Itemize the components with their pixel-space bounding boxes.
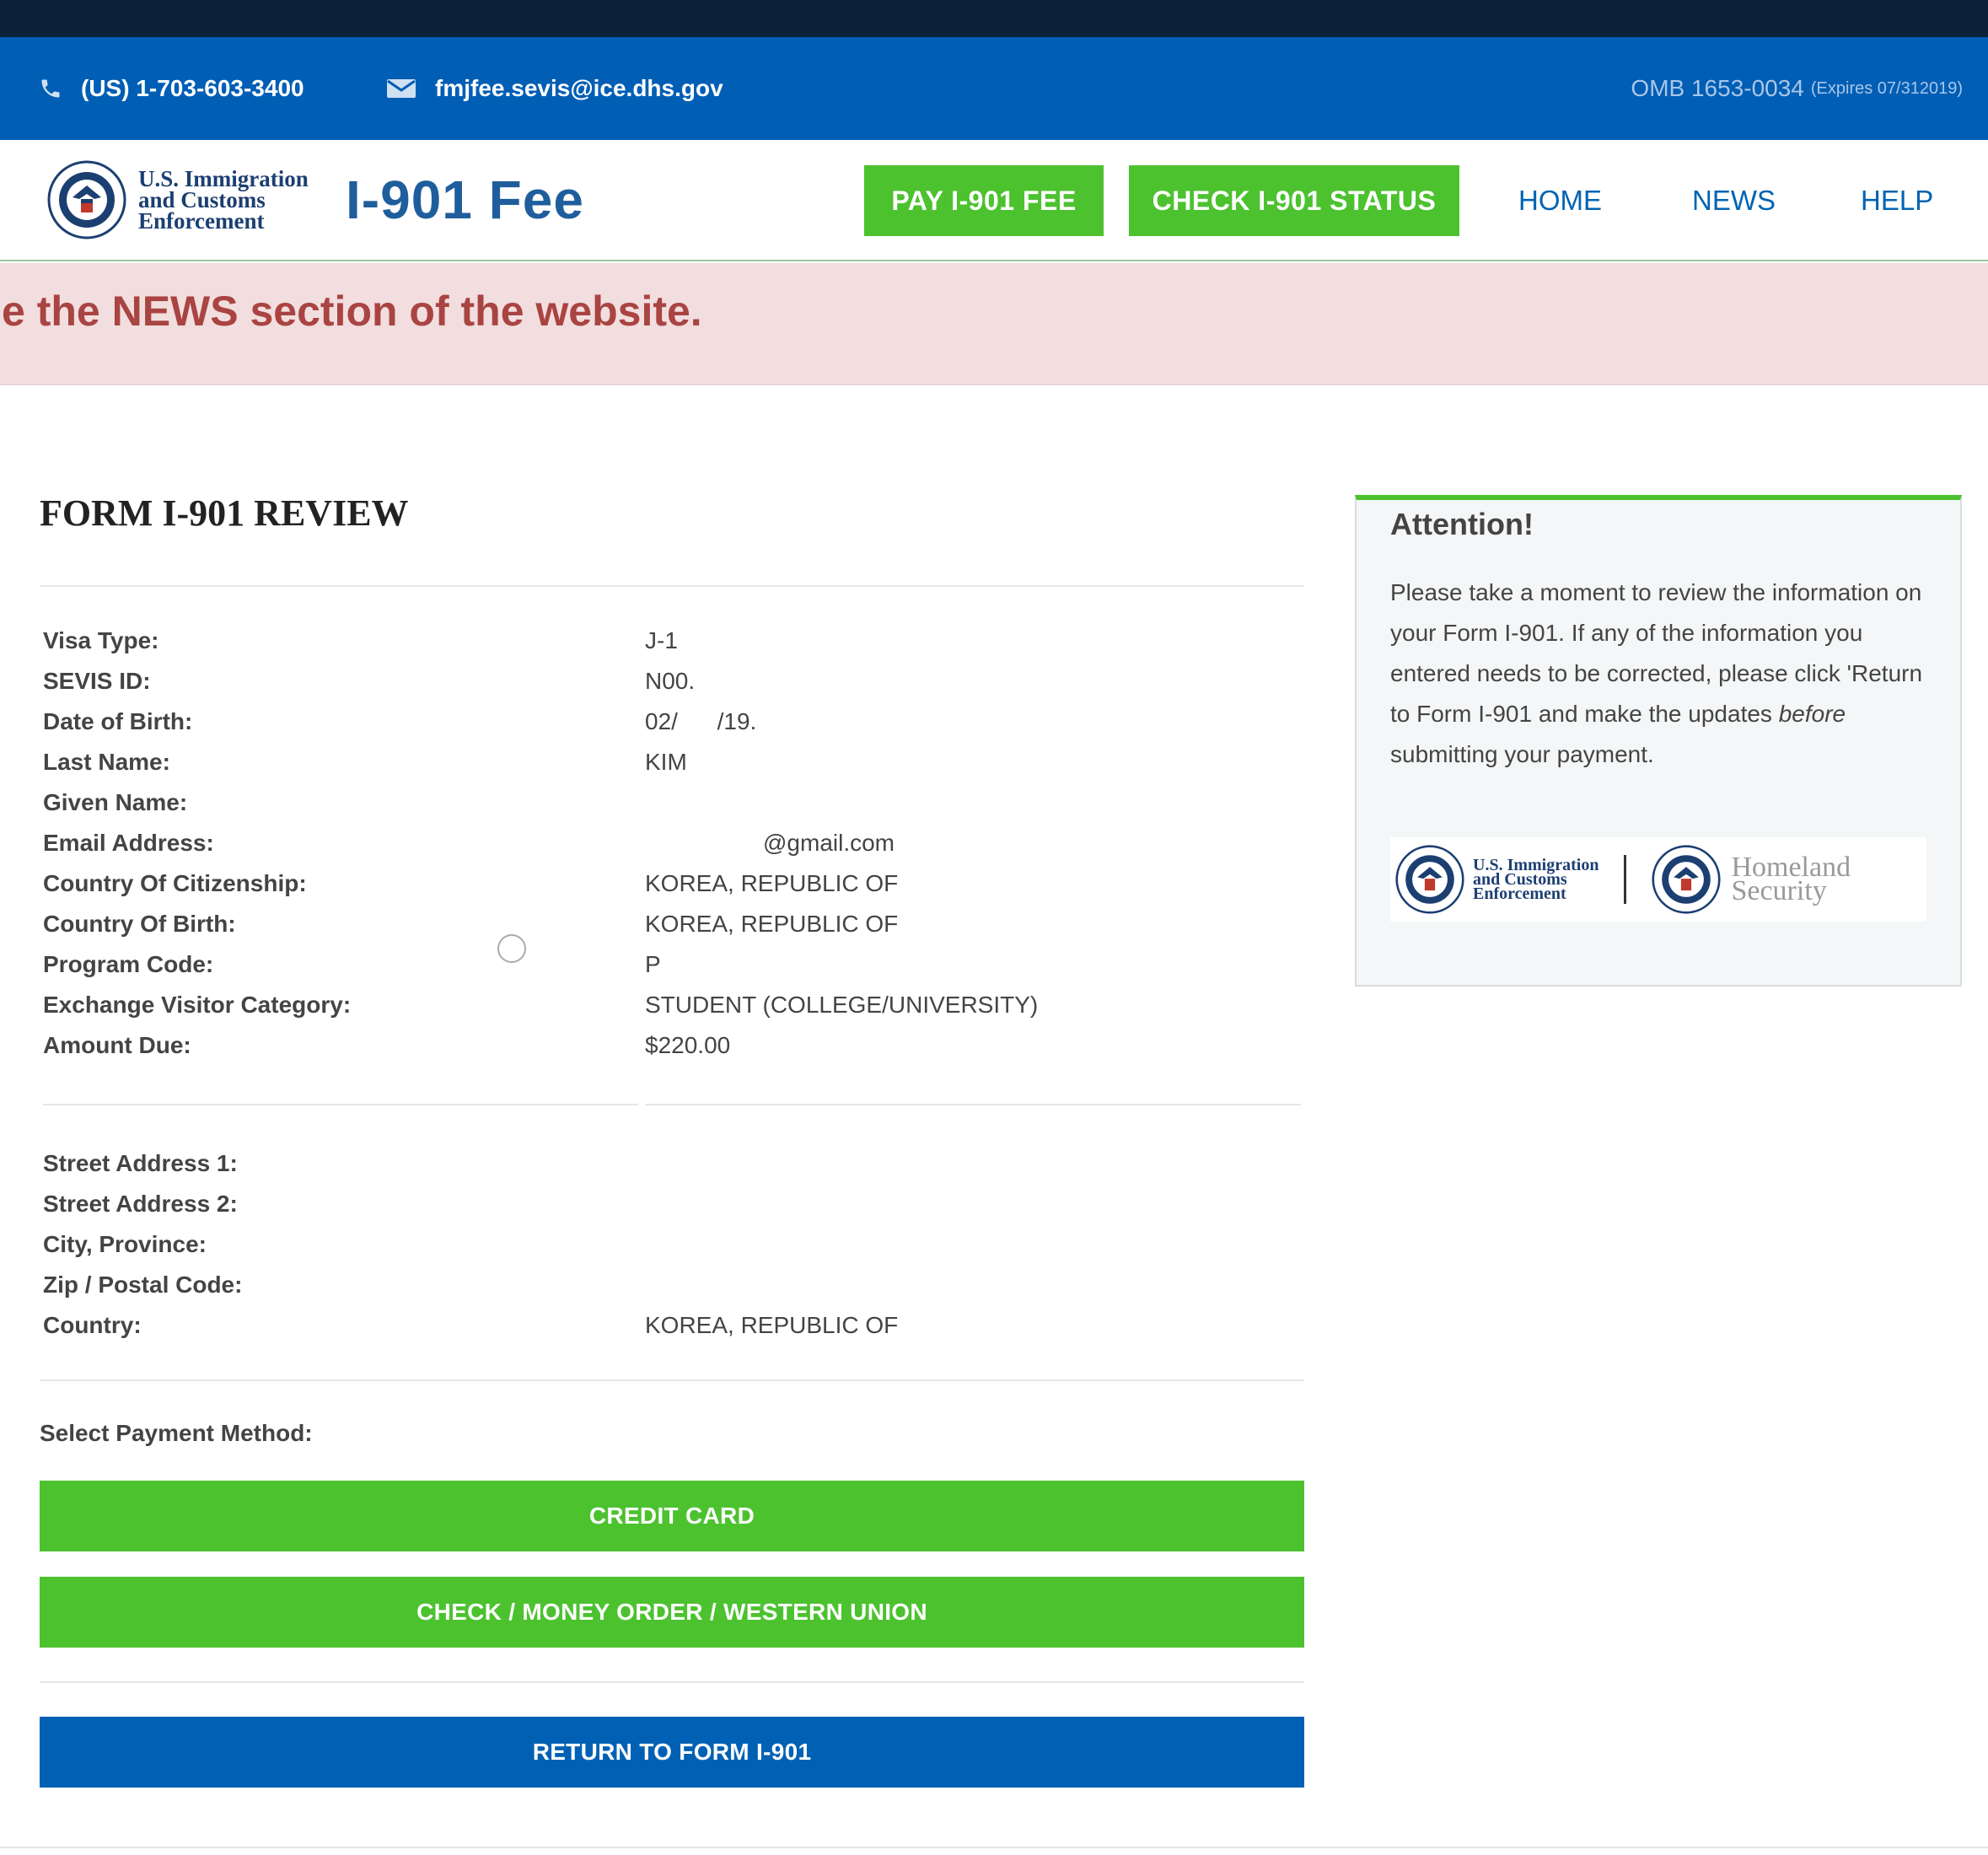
ice-logo-line-3: Enforcement <box>138 207 265 234</box>
nav-help-link[interactable]: HELP <box>1861 165 1933 236</box>
zip-postal-code-label: Zip / Postal Code: <box>43 1272 243 1298</box>
sevis-id-label: SEVIS ID: <box>43 668 151 694</box>
country-of-birth-label: Country Of Birth: <box>43 911 236 937</box>
email-contact[interactable]: fmjfee.sevis@ice.dhs.gov <box>386 37 723 140</box>
attention-panel: Attention! Please take a moment to revie… <box>1355 495 1962 987</box>
ice-logo-line-1: U.S. Immigration <box>138 165 309 191</box>
omb-text: OMB 1653-0034 <box>1631 75 1804 101</box>
attention-body: Please take a moment to review the infor… <box>1390 573 1938 775</box>
exchange-visitor-category-value: STUDENT (COLLEGE/UNIVERSITY) <box>645 992 1039 1018</box>
city-province-label: City, Province: <box>43 1231 207 1257</box>
divider <box>43 1104 638 1105</box>
phone-number: (US) 1-703-603-3400 <box>81 75 304 101</box>
email-address-value: @gmail.com <box>763 830 895 856</box>
program-code-label: Program Code: <box>43 951 214 977</box>
country-label: Country: <box>43 1312 142 1338</box>
phone-contact[interactable]: (US) 1-703-603-3400 <box>39 37 304 140</box>
attention-title: Attention! <box>1390 507 1534 541</box>
phone-icon <box>41 79 60 98</box>
logo-separator <box>1624 855 1627 904</box>
country-value: KOREA, REPUBLIC OF <box>645 1312 899 1338</box>
amount-due-value: $220.00 <box>645 1032 731 1058</box>
email-address: fmjfee.sevis@ice.dhs.gov <box>435 75 723 101</box>
check-i901-status-button[interactable]: CHECK I-901 STATUS <box>1129 165 1459 236</box>
envelope-icon <box>387 79 416 98</box>
country-of-citizenship-value: KOREA, REPUBLIC OF <box>645 870 899 896</box>
country-of-citizenship-label: Country Of Citizenship: <box>43 870 307 896</box>
payment-method-label: Select Payment Method: <box>40 1420 313 1446</box>
homeland-security-logo-text: Homeland Security <box>1731 853 1851 906</box>
nav-news-link[interactable]: NEWS <box>1692 165 1776 236</box>
credit-card-button[interactable]: CREDIT CARD <box>40 1481 1304 1551</box>
alert-text: e the NEWS section of the website. <box>2 288 702 335</box>
last-name-value: KIM <box>645 749 687 775</box>
ice-logo[interactable]: U.S. Immigration and Customs Enforcement <box>47 160 309 239</box>
divider <box>645 1104 1301 1105</box>
sevis-id-value: N00. <box>645 668 696 694</box>
page-title: FORM I-901 REVIEW <box>40 492 409 534</box>
footer-divider <box>0 1847 1988 1848</box>
ice-logo-text: U.S. Immigration and Customs Enforcement <box>138 165 309 234</box>
street-address-2-label: Street Address 2: <box>43 1191 238 1217</box>
visa-type-label: Visa Type: <box>43 627 159 653</box>
last-name-label: Last Name: <box>43 749 170 775</box>
site-title[interactable]: I-901 Fee <box>346 169 584 231</box>
divider <box>40 585 1304 587</box>
ice-mini-logo-text: U.S. Immigration and Customs Enforcement <box>1473 857 1598 903</box>
attention-body-text-end: submitting your payment. <box>1390 741 1654 767</box>
ice-logo-line-2: and Customs <box>138 186 266 212</box>
agency-logos: U.S. Immigration and Customs Enforcement… <box>1390 837 1926 922</box>
date-of-birth-label: Date of Birth: <box>43 708 193 734</box>
nav-home-link[interactable]: HOME <box>1518 165 1602 236</box>
ice-mini-line-3: Enforcement <box>1473 884 1566 903</box>
divider <box>40 1681 1304 1683</box>
date-of-birth-value: 02/ /19. <box>645 708 757 734</box>
street-address-1-label: Street Address 1: <box>43 1150 238 1176</box>
email-address-label: Email Address: <box>43 830 214 856</box>
divider <box>40 1379 1304 1381</box>
news-alert-banner: e the NEWS section of the website. <box>0 263 1988 385</box>
main-nav: U.S. Immigration and Customs Enforcement… <box>0 140 1988 261</box>
visa-type-value: J-1 <box>645 627 678 653</box>
top-strip <box>0 0 1988 37</box>
amount-due-label: Amount Due: <box>43 1032 191 1058</box>
return-to-form-button[interactable]: RETURN TO FORM I-901 <box>40 1717 1304 1788</box>
exchange-visitor-category-label: Exchange Visitor Category: <box>43 992 352 1018</box>
ice-seal-icon <box>1395 845 1464 914</box>
dhs-seal-icon <box>1652 845 1722 914</box>
program-code-value: P <box>645 951 661 977</box>
radio-button[interactable] <box>497 934 526 963</box>
attention-body-emphasis: before <box>1778 701 1846 727</box>
omb-expires: (Expires 07/312019) <box>1810 78 1963 98</box>
given-name-label: Given Name: <box>43 789 188 815</box>
hs-line-2: Security <box>1731 875 1827 906</box>
country-of-birth-value: KOREA, REPUBLIC OF <box>645 911 899 937</box>
contact-bar: (US) 1-703-603-3400 fmjfee.sevis@ice.dhs… <box>0 37 1988 140</box>
pay-i901-fee-button[interactable]: PAY I-901 FEE <box>864 165 1104 236</box>
check-money-order-button[interactable]: CHECK / MONEY ORDER / WESTERN UNION <box>40 1577 1304 1648</box>
omb-number: OMB 1653-0034 (Expires 07/312019) <box>1631 37 1963 140</box>
dhs-seal-icon <box>47 160 126 239</box>
